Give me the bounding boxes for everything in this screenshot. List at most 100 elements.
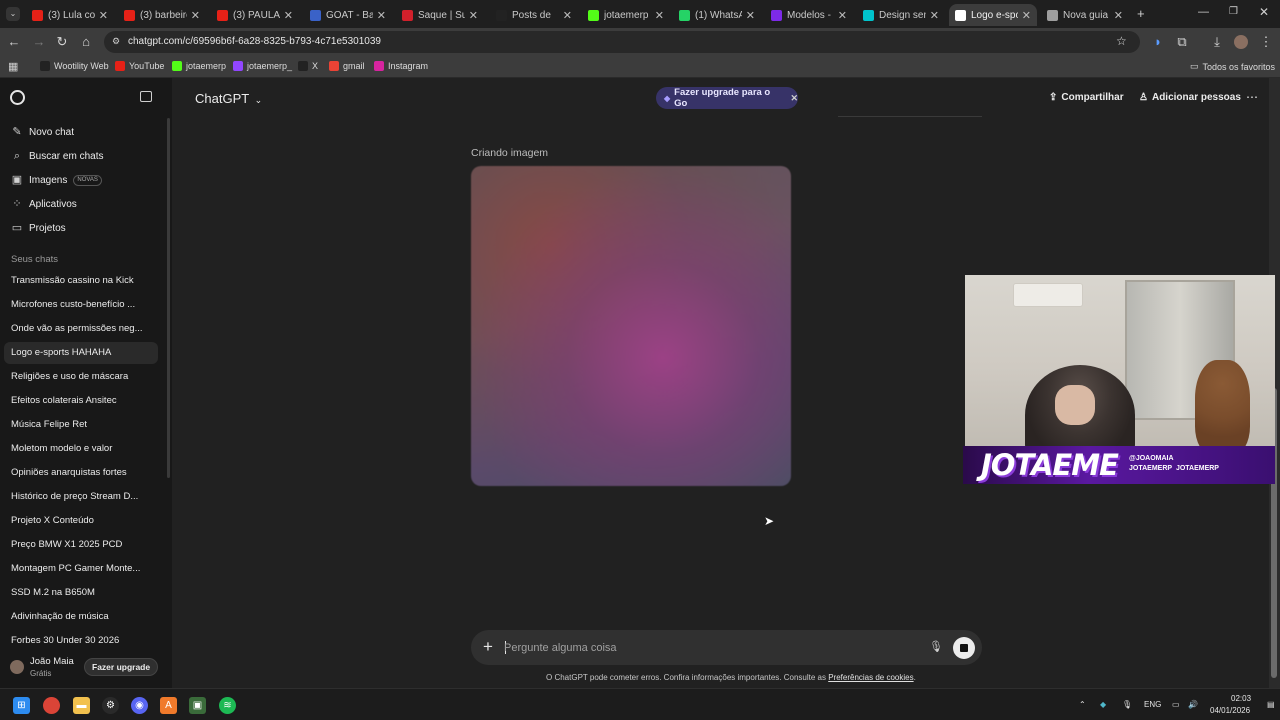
bookmark-item[interactable]: YouTube [115,61,164,71]
browser-tab[interactable]: (3) PAULA N ✕ [211,4,299,26]
chat-history-item[interactable]: Música Felipe Ret [4,414,158,436]
network-icon[interactable]: ▭ [1172,700,1180,709]
chat-history-item[interactable]: Adivinhação de música [4,606,158,628]
bookmark-item[interactable]: jotaemerp_ [233,61,292,71]
chat-history-item[interactable]: Projeto X Conteúdo [4,510,158,532]
chrome-icon[interactable] [43,697,60,714]
close-window-button[interactable]: ✕ [1259,5,1269,19]
chat-history-item[interactable]: Religiões e uso de máscara [4,366,158,388]
microphone-tray-icon[interactable]: 🎙 [1122,700,1132,709]
browser-tab[interactable]: Logo e-spor ✕ [949,4,1037,26]
microphone-icon[interactable]: 🎙 [929,640,943,653]
chat-history-item[interactable]: Moletom modelo e valor [4,438,158,460]
upgrade-pill[interactable]: ◆ Fazer upgrade para o Go ✕ [656,87,798,109]
sidebar-nav-item[interactable]: ▣ Imagens NOVAS [6,169,158,191]
tab-search-button[interactable]: ⌄ [6,7,20,21]
chat-history-item[interactable]: Transmissão cassino na Kick [4,270,158,292]
browser-tab[interactable]: Posts de ✕ [490,4,578,26]
security-icon[interactable]: ◆ [1100,700,1106,709]
extension-icon[interactable]: ◗ [1150,34,1166,50]
windows-start-icon[interactable]: ⊞ [13,697,30,714]
steam-icon[interactable]: ⚙ [102,697,119,714]
profile-avatar[interactable] [1234,35,1248,49]
discord-icon[interactable]: ◉ [131,697,148,714]
sidebar-scrollbar[interactable] [167,118,170,478]
sidebar-nav-item[interactable]: ⌕ Buscar em chats [6,145,158,167]
chat-history-item[interactable]: Histórico de preço Stream D... [4,486,158,508]
notifications-icon[interactable]: ▤ [1267,700,1275,709]
model-selector[interactable]: ChatGPT ⌄ [195,91,262,106]
back-arrow-icon[interactable]: ← [6,34,22,50]
volume-icon[interactable]: 🔊 [1188,700,1198,709]
close-tab-icon[interactable]: ✕ [563,9,572,22]
address-bar[interactable]: ⚙ chatgpt.com/c/69596b6f-6a28-8325-b793-… [104,31,1140,53]
minimize-button[interactable]: — [1198,6,1209,18]
chat-history-item[interactable]: Preço BMW X1 2025 PCD [4,534,158,556]
bookmark-item[interactable]: X [298,61,318,71]
chat-history-item[interactable]: Forbes 30 Under 30 2026 [4,630,158,652]
clock-date[interactable]: 04/01/2026 [1210,706,1250,715]
site-info-icon[interactable]: ⚙ [112,36,120,47]
browser-tab[interactable]: Saque | Sup ✕ [396,4,484,26]
home-icon[interactable]: ⌂ [78,34,94,50]
forward-arrow-icon[interactable]: → [31,34,47,50]
new-tab-button[interactable]: + [1137,6,1145,21]
bookmark-star-icon[interactable]: ☆ [1116,34,1127,48]
bookmark-item[interactable]: gmail [329,61,365,71]
add-people-button[interactable]: ♙ Adicionar pessoas [1139,92,1241,103]
app-a-icon[interactable]: A [160,697,177,714]
bookmark-item[interactable]: jotaemerp [172,61,226,71]
browser-menu-icon[interactable]: ⋮ [1258,34,1274,50]
file-explorer-icon[interactable]: ▬ [73,697,90,714]
bookmark-item[interactable]: Wootility Web [40,61,109,71]
bookmark-item[interactable]: Instagram [374,61,428,71]
browser-tab[interactable]: GOAT - Batt ✕ [304,4,392,26]
close-tab-icon[interactable]: ✕ [284,9,293,22]
restore-button[interactable]: ❐ [1229,6,1238,17]
language-indicator[interactable]: ENG [1144,700,1161,709]
browser-tab[interactable]: Design sem ✕ [857,4,945,26]
share-button[interactable]: ⇪ Compartilhar [1049,92,1124,103]
spotify-icon[interactable]: ≋ [219,697,236,714]
user-avatar[interactable] [10,660,24,674]
close-tab-icon[interactable]: ✕ [746,9,755,22]
browser-tab[interactable]: (3) Lula cond ✕ [26,4,114,26]
prompt-input[interactable] [504,639,884,657]
browser-tab[interactable]: Nova guia ✕ [1041,4,1129,26]
close-tab-icon[interactable]: ✕ [1022,9,1031,22]
close-tab-icon[interactable]: ✕ [191,9,200,22]
apps-grid-icon[interactable]: ▦ [8,60,18,73]
close-tab-icon[interactable]: ✕ [655,9,664,22]
browser-tab[interactable]: jotaemerp S ✕ [582,4,670,26]
sidebar-nav-item[interactable]: ✎ Novo chat [6,121,158,143]
browser-tab[interactable]: Modelos - C ✕ [765,4,853,26]
chat-history-item[interactable]: Opiniões anarquistas fortes [4,462,158,484]
close-tab-icon[interactable]: ✕ [469,9,478,22]
browser-tab[interactable]: (3) barbeiro ✕ [118,4,206,26]
close-tab-icon[interactable]: ✕ [377,9,386,22]
close-tab-icon[interactable]: ✕ [930,9,939,22]
close-tab-icon[interactable]: ✕ [1114,9,1123,22]
download-icon[interactable]: ⤓ [1209,34,1225,50]
chat-history-item[interactable]: Efeitos colaterais Ansitec [4,390,158,412]
chatgpt-logo-icon[interactable] [10,90,25,105]
chat-history-item[interactable]: Montagem PC Gamer Monte... [4,558,158,580]
clock-time[interactable]: 02:03 [1231,694,1251,703]
all-bookmarks-folder[interactable]: ▭ Todos os favoritos [1190,61,1275,72]
extensions-puzzle-icon[interactable]: ⧉ [1174,34,1190,50]
close-icon[interactable]: ✕ [790,93,798,104]
stop-generation-button[interactable] [953,637,975,659]
chat-history-item[interactable]: Logo e-sports HAHAHA [4,342,158,364]
reload-icon[interactable]: ↻ [54,34,70,50]
app-tile-icon[interactable]: ▣ [189,697,206,714]
close-tab-icon[interactable]: ✕ [99,9,108,22]
close-tab-icon[interactable]: ✕ [838,9,847,22]
browser-tab[interactable]: (1) WhatsAp ✕ [673,4,761,26]
sidebar-nav-item[interactable]: ▭ Projetos [6,217,158,239]
cookie-preferences-link[interactable]: Preferências de cookies [828,673,913,682]
sidebar-upgrade-button[interactable]: Fazer upgrade [84,658,159,676]
chat-history-item[interactable]: Microfones custo-benefício ... [4,294,158,316]
close-sidebar-icon[interactable] [140,91,152,102]
chat-history-item[interactable]: SSD M.2 na B650M [4,582,158,604]
more-options-icon[interactable]: ⋯ [1246,90,1258,104]
